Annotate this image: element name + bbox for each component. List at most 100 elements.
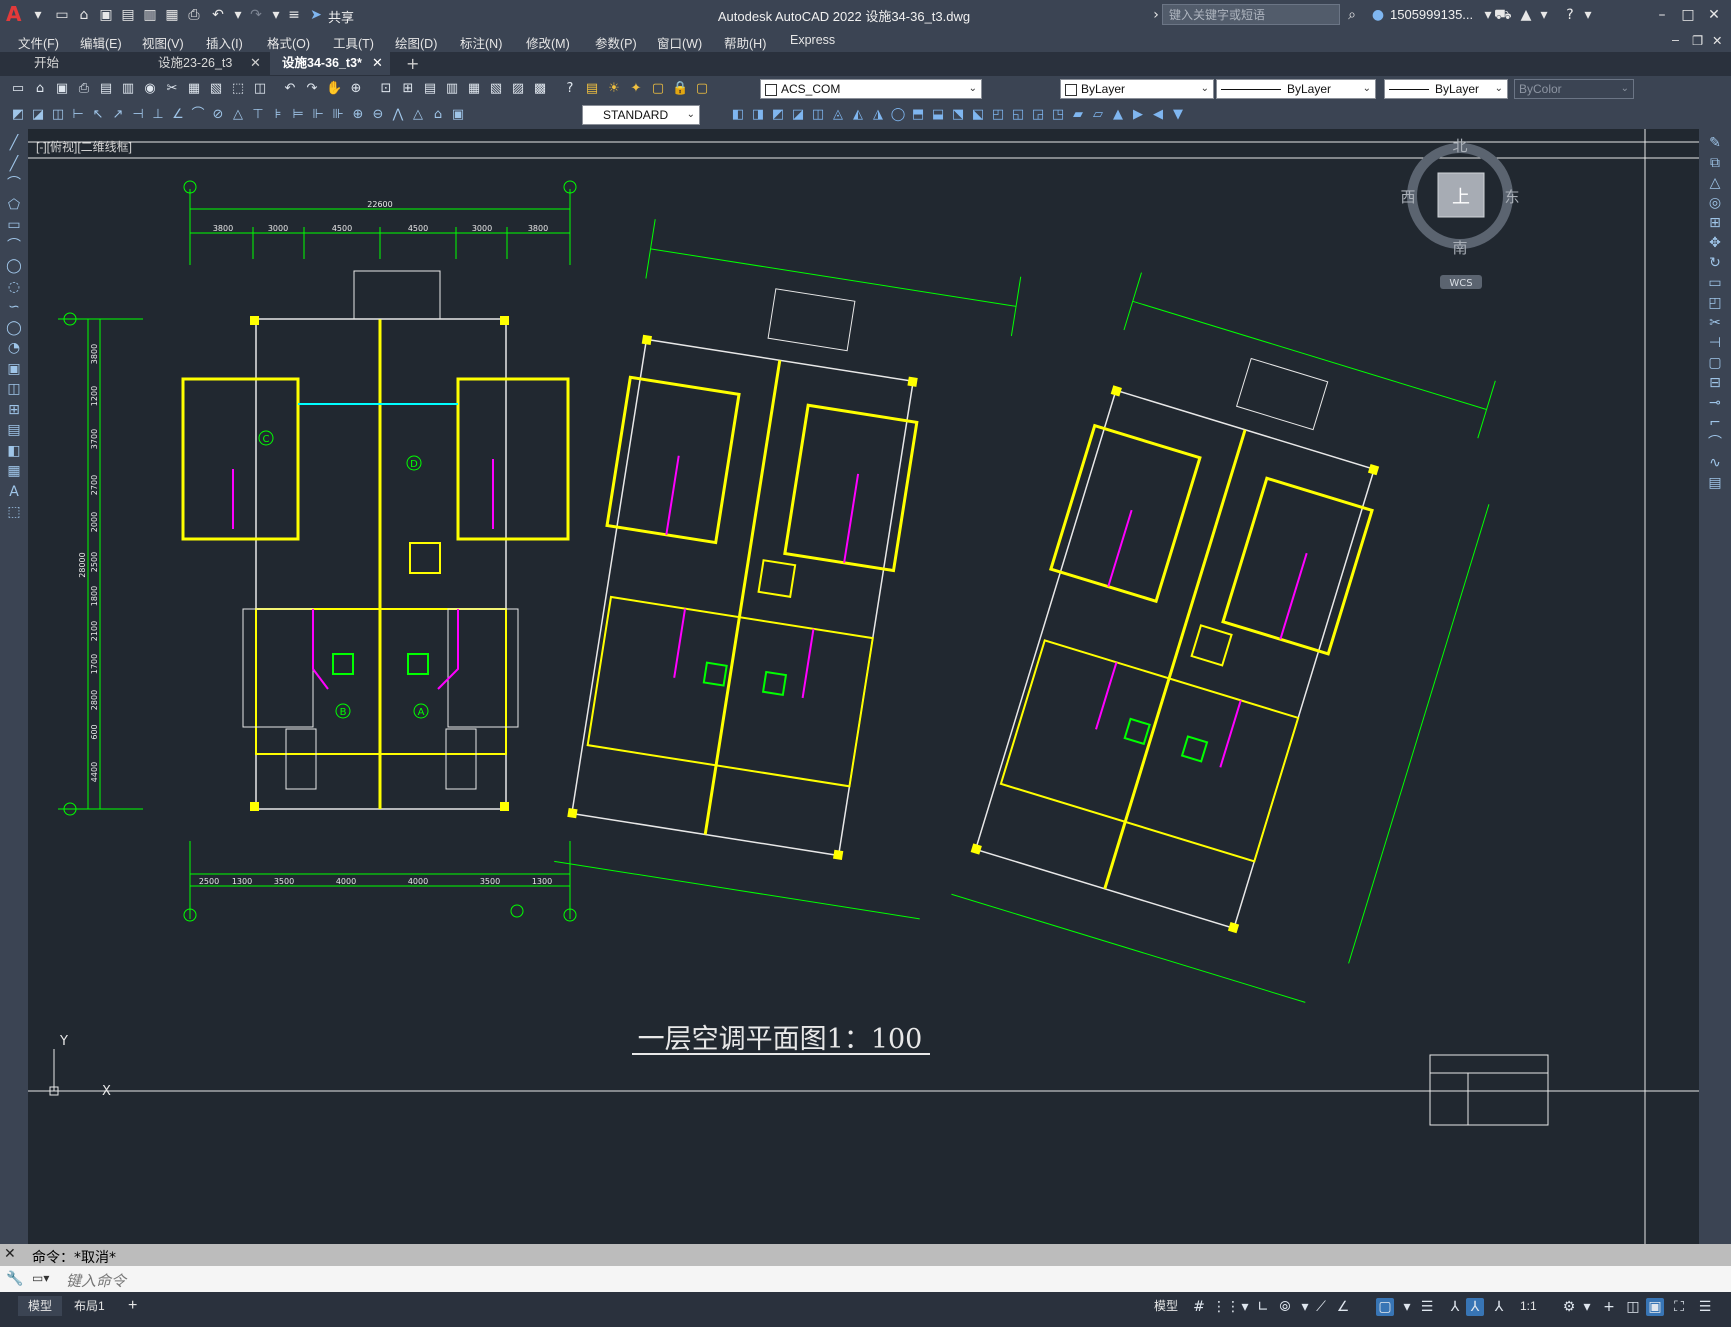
model-space-button[interactable]: 模型 <box>1150 1296 1182 1316</box>
osnap-dropdown-icon[interactable]: ▾ <box>1398 1298 1416 1316</box>
toolbar1-tool-5-icon[interactable]: ▥ <box>120 81 136 97</box>
toolbar1-tool-18-icon[interactable]: ▤ <box>422 81 438 97</box>
modify-tool-8-icon[interactable]: ◰ <box>1707 295 1723 311</box>
toolbar1-tool-24-icon[interactable]: ? <box>562 81 578 97</box>
modify-tool-14-icon[interactable]: ⌐ <box>1707 415 1723 431</box>
save-as-icon[interactable]: ▤ <box>120 7 136 23</box>
redo-dropdown-icon[interactable]: ▾ <box>268 7 284 23</box>
app-dropdown-icon[interactable]: ▾ <box>1536 7 1552 23</box>
open-web-icon[interactable]: ▥ <box>142 7 158 23</box>
dimension-tool-21-icon[interactable]: ⌂ <box>430 107 446 123</box>
toolbar1-tool-21-icon[interactable]: ▧ <box>488 81 504 97</box>
maximize-icon[interactable]: □ <box>1680 7 1696 23</box>
modify-tool-22-icon[interactable]: ▼ <box>1170 107 1186 123</box>
dimension-tool-13-icon[interactable]: ⊧ <box>270 107 286 123</box>
share-icon[interactable]: ➤ <box>308 7 324 23</box>
draw-tool-1-icon[interactable]: ╱ <box>6 156 22 172</box>
annotation-visibility-icon[interactable]: ⅄ <box>1446 1298 1464 1316</box>
dimension-tool-19-icon[interactable]: ⋀ <box>390 107 406 123</box>
dimension-tool-11-icon[interactable]: △ <box>230 107 246 123</box>
dimension-tool-1-icon[interactable]: ◪ <box>30 107 46 123</box>
modify-tool-12-icon[interactable]: ⬕ <box>970 107 986 123</box>
customize-icon[interactable]: ☰ <box>1696 1298 1714 1316</box>
toolbar1-tool-13-icon[interactable]: ↷ <box>304 81 320 97</box>
modify-tool-20-icon[interactable]: ▶ <box>1130 107 1146 123</box>
user-icon[interactable]: ● <box>1370 7 1386 23</box>
modify-tool-15-icon[interactable]: ◲ <box>1030 107 1046 123</box>
help-dropdown-icon[interactable]: ▾ <box>1580 7 1596 23</box>
color-dropdown[interactable]: ByLayer ⌄ <box>1060 79 1214 99</box>
dimension-tool-9-icon[interactable]: ⌒ <box>190 107 206 123</box>
dimension-tool-17-icon[interactable]: ⊕ <box>350 107 366 123</box>
tab-layout1[interactable]: 布局1 <box>64 1296 115 1316</box>
snap-icon[interactable]: ⋮⋮ <box>1212 1298 1240 1316</box>
modify-tool-21-icon[interactable]: ◀ <box>1150 107 1166 123</box>
close-tab-icon[interactable]: ✕ <box>372 52 383 75</box>
dimension-tool-7-icon[interactable]: ⊥ <box>150 107 166 123</box>
toolbar1-tool-28-icon[interactable]: ▢ <box>650 81 666 97</box>
help-icon[interactable]: ? <box>1562 7 1578 23</box>
modify-tool-4-icon[interactable]: ⊞ <box>1707 215 1723 231</box>
draw-tool-8-icon[interactable]: ∽ <box>6 299 22 315</box>
modify-tool-3-icon[interactable]: ◎ <box>1707 195 1723 211</box>
toolbar1-tool-20-icon[interactable]: ▦ <box>466 81 482 97</box>
toolbar1-tool-17-icon[interactable]: ⊞ <box>400 81 416 97</box>
draw-tool-9-icon[interactable]: ◯ <box>6 320 22 336</box>
toolbar1-tool-1-icon[interactable]: ⌂ <box>32 81 48 97</box>
dimension-tool-22-icon[interactable]: ▣ <box>450 107 466 123</box>
toolbar1-tool-12-icon[interactable]: ↶ <box>282 81 298 97</box>
layer-dropdown[interactable]: ACS_COM ⌄ <box>760 79 982 99</box>
undo-icon[interactable]: ↶ <box>210 7 226 23</box>
modify-tool-10-icon[interactable]: ⬓ <box>930 107 946 123</box>
osnap-icon[interactable]: ▢ <box>1376 1298 1394 1316</box>
menu-tools[interactable]: 工具(T) <box>333 33 374 52</box>
autocad-logo-icon[interactable]: A <box>6 4 26 24</box>
draw-tool-10-icon[interactable]: ◔ <box>6 340 22 356</box>
tab-start[interactable]: 开始 <box>22 52 144 75</box>
save-icon[interactable]: ▣ <box>98 7 114 23</box>
save-web-icon[interactable]: ▦ <box>164 7 180 23</box>
share-button[interactable]: 共享 <box>328 7 354 26</box>
toolbar1-tool-4-icon[interactable]: ▤ <box>98 81 114 97</box>
modify-tool-5-icon[interactable]: ✥ <box>1707 235 1723 251</box>
new-tab-icon[interactable]: + <box>406 52 419 75</box>
search-icon[interactable]: ⌕ <box>1344 7 1360 23</box>
toolbar1-tool-19-icon[interactable]: ▥ <box>444 81 460 97</box>
draw-tool-0-icon[interactable]: ╱ <box>6 135 22 151</box>
dimension-tool-16-icon[interactable]: ⊪ <box>330 107 346 123</box>
draw-tool-6-icon[interactable]: ◯ <box>6 258 22 274</box>
draw-tool-11-icon[interactable]: ▣ <box>6 361 22 377</box>
undo-dropdown-icon[interactable]: ▾ <box>230 7 246 23</box>
customize-quick-access-icon[interactable]: ≡ <box>286 7 302 23</box>
modify-tool-0-icon[interactable]: ✎ <box>1707 135 1723 151</box>
modify-tool-16-icon[interactable]: ◳ <box>1050 107 1066 123</box>
dimension-tool-4-icon[interactable]: ↖ <box>90 107 106 123</box>
dimstyle-dropdown[interactable]: STANDARD ⌄ <box>582 105 700 125</box>
modify-tool-19-icon[interactable]: ▲ <box>1110 107 1126 123</box>
modify-tool-4-icon[interactable]: ◫ <box>810 107 826 123</box>
modify-tool-6-icon[interactable]: ↻ <box>1707 255 1723 271</box>
toolbar1-tool-22-icon[interactable]: ▨ <box>510 81 526 97</box>
toolbar1-tool-2-icon[interactable]: ▣ <box>54 81 70 97</box>
clean-screen-icon[interactable]: ⛶ <box>1670 1298 1688 1316</box>
dimension-tool-18-icon[interactable]: ⊖ <box>370 107 386 123</box>
command-customize-icon[interactable]: 🔧 <box>6 1271 23 1287</box>
dimension-tool-2-icon[interactable]: ◫ <box>50 107 66 123</box>
dimension-tool-0-icon[interactable]: ◩ <box>10 107 26 123</box>
menu-edit[interactable]: 编辑(E) <box>80 33 122 52</box>
snap-dropdown-icon[interactable]: ▾ <box>1236 1298 1254 1316</box>
modify-tool-10-icon[interactable]: ⊣ <box>1707 335 1723 351</box>
compass-south[interactable]: 南 <box>1452 239 1467 257</box>
drawing-canvas[interactable]: [-][俯视][二维线框] 22600 3800 3000 4500 4500 3000… <box>28 129 1699 1244</box>
modify-tool-8-icon[interactable]: ◯ <box>890 107 906 123</box>
modify-tool-2-icon[interactable]: ◩ <box>770 107 786 123</box>
menu-parametric[interactable]: 参数(P) <box>595 33 637 52</box>
dimension-tool-5-icon[interactable]: ↗ <box>110 107 126 123</box>
modify-tool-11-icon[interactable]: ▢ <box>1707 355 1723 371</box>
menu-window[interactable]: 窗口(W) <box>657 33 702 52</box>
compass-east[interactable]: 东 <box>1504 188 1519 206</box>
draw-tool-3-icon[interactable]: ⬠ <box>6 197 22 213</box>
modify-tool-16-icon[interactable]: ∿ <box>1707 455 1723 471</box>
draw-tool-15-icon[interactable]: ◧ <box>6 443 22 459</box>
annotation-scale[interactable]: 1:1 <box>1516 1296 1541 1316</box>
